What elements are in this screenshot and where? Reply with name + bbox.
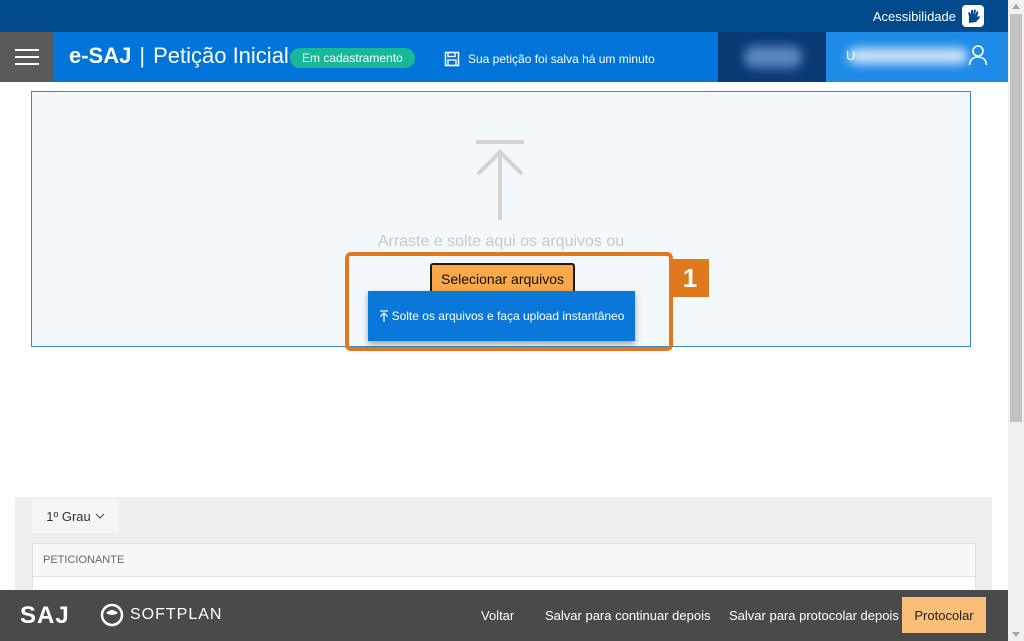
court-logo bbox=[718, 32, 826, 82]
accessibility-label: Acessibilidade bbox=[872, 8, 956, 24]
peticionante-section: PETICIONANTE bbox=[32, 543, 976, 591]
upload-arrow-icon bbox=[476, 140, 524, 220]
top-bar: Acessibilidade bbox=[0, 0, 1008, 32]
save-continue-later-link[interactable]: Salvar para continuar depois bbox=[545, 608, 711, 623]
footer-bar: SAJ SOFTPLAN Voltar Salvar para continua… bbox=[0, 590, 1008, 641]
hand-sign-icon bbox=[962, 5, 984, 27]
accessibility-link[interactable]: Acessibilidade bbox=[873, 5, 984, 27]
grau-select-value: 1º Grau bbox=[46, 508, 91, 524]
upload-arrow-icon bbox=[379, 310, 388, 322]
hamburger-menu-icon[interactable] bbox=[0, 32, 54, 82]
chevron-down-icon bbox=[95, 513, 105, 519]
dropzone-instruction: Arraste e solte aqui os arquivos ou bbox=[377, 233, 625, 250]
softplan-logo-icon bbox=[100, 603, 124, 627]
petition-details-panel: 1º Grau PETICIONANTE bbox=[15, 497, 992, 591]
protocolar-button[interactable]: Protocolar bbox=[902, 597, 986, 633]
softplan-logo: SOFTPLAN bbox=[100, 603, 222, 627]
user-name: U bbox=[846, 48, 856, 63]
select-files-button[interactable]: Selecionar arquivos bbox=[430, 263, 575, 294]
instant-upload-button[interactable]: Solte os arquivos e faça upload instantâ… bbox=[368, 291, 635, 341]
floppy-disk-icon bbox=[444, 51, 460, 67]
back-link[interactable]: Voltar bbox=[481, 608, 514, 623]
peticionante-header: PETICIONANTE bbox=[33, 544, 975, 577]
saj-logo: SAJ bbox=[20, 602, 70, 629]
user-menu[interactable]: U bbox=[826, 32, 1008, 82]
save-status: Sua petição foi salva há um minuto bbox=[444, 51, 655, 67]
status-badge: Em cadastramento bbox=[290, 48, 415, 68]
brand-name: e-SAJ bbox=[69, 43, 132, 68]
save-status-text: Sua petição foi salva há um minuto bbox=[468, 52, 655, 66]
scroll-up-arrow-icon[interactable] bbox=[1012, 4, 1020, 9]
grau-select[interactable]: 1º Grau bbox=[32, 499, 119, 533]
page-title-text: Petição Inicial bbox=[153, 43, 289, 68]
page-scrollbar[interactable] bbox=[1008, 0, 1024, 641]
title-separator: | bbox=[139, 43, 146, 68]
app-header: e-SAJ | Petição Inicial Em cadastramento… bbox=[0, 32, 1008, 82]
user-icon bbox=[968, 45, 988, 66]
instant-upload-label: Solte os arquivos e faça upload instantâ… bbox=[391, 309, 625, 323]
scrollbar-thumb[interactable] bbox=[1010, 14, 1022, 422]
save-protocol-later-link[interactable]: Salvar para protocolar depois bbox=[729, 608, 899, 623]
annotation-number: 1 bbox=[671, 259, 709, 297]
softplan-logo-text: SOFTPLAN bbox=[130, 606, 223, 623]
page-title: e-SAJ | Petição Inicial bbox=[69, 43, 289, 69]
scroll-down-arrow-icon[interactable] bbox=[1012, 632, 1020, 637]
file-dropzone[interactable]: Arraste e solte aqui os arquivos ou Sele… bbox=[31, 91, 971, 347]
